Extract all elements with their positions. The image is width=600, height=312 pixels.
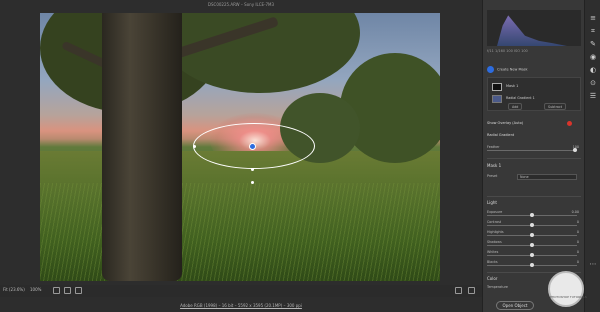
add-button[interactable]: Add (508, 103, 523, 110)
tree-trunk (102, 13, 182, 281)
eye-icon[interactable]: ◉ (589, 53, 597, 61)
preset-row[interactable]: Preset None (487, 174, 581, 182)
create-new-mask-label: Create New Mask (497, 67, 528, 72)
create-new-mask-row[interactable]: Create New Mask (487, 66, 581, 73)
workflow-options-link[interactable]: Adobe RGB (1998) – 16 bit – 5592 x 3595 … (0, 303, 482, 308)
presets-icon[interactable]: ☰ (589, 92, 597, 100)
filmstrip-icon[interactable] (53, 287, 60, 294)
slider-value[interactable]: 0 (577, 240, 579, 244)
sort-icon[interactable] (64, 287, 71, 294)
slider-label: Highlights (487, 230, 504, 234)
temperature-slider[interactable]: Temperature (487, 285, 547, 293)
slider-value[interactable]: 0 (577, 250, 579, 254)
divider (487, 158, 581, 159)
light-section-title[interactable]: Light (487, 200, 581, 205)
watermark-logo: PHOTOSHOP TUTORIALS (548, 271, 587, 307)
exif-info: f/11 1/160 100 ISO 100 (487, 49, 528, 53)
slider-label: Shadows (487, 240, 502, 244)
canvas-bottom-bar: Fit (23.6%) 100% (0, 285, 482, 297)
feather-label: Feather (487, 145, 500, 149)
heal-icon[interactable]: ✎ (589, 40, 597, 48)
show-overlay-label: Show Overlay (Auto) (487, 121, 524, 125)
mask1-section-title: Mask 1 (487, 163, 502, 168)
mask-card[interactable]: Mask 1 Radial Gradient 1 Add Subtract (487, 77, 581, 111)
radial-gradient-thumbnail[interactable] (492, 95, 502, 103)
tree-canopy-right (340, 53, 440, 163)
histogram-curve (497, 15, 567, 46)
slider-value[interactable]: 0 (577, 260, 579, 264)
right-toolbar: ≡ ⌗ ✎ ◉ ◐ ⊙ ☰ ⋯ (584, 0, 600, 312)
slider-knob[interactable] (530, 263, 534, 267)
preset-label: Preset (487, 174, 498, 178)
slider-highlights[interactable]: Highlights 0 (487, 230, 581, 238)
radial-gradient-sub-label: Radial Gradient 1 (506, 96, 535, 100)
slider-value[interactable]: 0 (577, 230, 579, 234)
slider-knob[interactable] (530, 233, 534, 237)
feather-track[interactable] (487, 150, 577, 151)
slider-label: Exposure (487, 210, 503, 214)
divider (487, 196, 581, 197)
zoom-percent-label[interactable]: 100% (30, 287, 41, 292)
slider-label: Whites (487, 250, 499, 254)
photo-preview[interactable] (40, 13, 440, 281)
slider-knob[interactable] (530, 223, 534, 227)
slider-whites[interactable]: Whites 0 (487, 250, 581, 258)
slider-knob[interactable] (530, 243, 534, 247)
crop-icon[interactable]: ⌗ (589, 27, 597, 35)
slider-contrast[interactable]: Contrast 0 (487, 220, 581, 228)
slider-value[interactable]: 0 (577, 220, 579, 224)
edit-panel: f/11 1/160 100 ISO 100 Create New Mask M… (482, 0, 584, 312)
plus-icon (487, 66, 494, 73)
slider-label: Blacks (487, 260, 498, 264)
mask-icon[interactable]: ◐ (589, 66, 597, 74)
preset-select[interactable]: None (517, 174, 577, 180)
feather-slider[interactable]: Feather 100 (487, 145, 581, 153)
slider-value[interactable]: 0.00 (572, 210, 579, 214)
radial-gradient-title: Radial Gradient (487, 133, 515, 137)
gradient-handle[interactable] (193, 145, 196, 148)
camera-raw-window: DSC00225.ARW – Sony ILCE-7M3 Fit (23.6%)… (0, 0, 600, 312)
slider-exposure[interactable]: Exposure 0.00 (487, 210, 581, 218)
slider-shadows[interactable]: Shadows 0 (487, 240, 581, 248)
slider-knob[interactable] (530, 253, 534, 257)
file-title: DSC00225.ARW – Sony ILCE-7M3 (207, 2, 275, 7)
slider-label: Contrast (487, 220, 502, 224)
mask-pin[interactable] (249, 143, 256, 150)
overlay-color-icon[interactable] (567, 121, 572, 126)
before-after-icon[interactable] (468, 287, 475, 294)
mask-thumbnail[interactable] (492, 83, 502, 91)
view-mode-icon[interactable] (455, 287, 462, 294)
feather-knob[interactable] (573, 148, 577, 152)
watermark-text: PHOTOSHOP TUTORIALS (550, 295, 587, 299)
open-object-button[interactable]: Open Object (496, 301, 534, 310)
filter-icon[interactable] (75, 287, 82, 294)
edit-icon[interactable]: ≡ (589, 14, 597, 22)
redeye-icon[interactable]: ⊙ (589, 79, 597, 87)
slider-knob[interactable] (530, 213, 534, 217)
gradient-handle[interactable] (251, 181, 254, 184)
gradient-handle[interactable] (251, 168, 254, 171)
mask-1-label: Mask 1 (506, 84, 519, 88)
subtract-button[interactable]: Subtract (544, 103, 567, 110)
slider-blacks[interactable]: Blacks 0 (487, 260, 581, 268)
more-icon[interactable]: ⋯ (589, 260, 597, 268)
temperature-label: Temperature (487, 285, 508, 289)
zoom-fit-label[interactable]: Fit (23.6%) (3, 287, 25, 292)
grass-texture (40, 183, 440, 281)
canvas-area: DSC00225.ARW – Sony ILCE-7M3 Fit (23.6%)… (0, 0, 482, 312)
histogram (487, 10, 581, 46)
